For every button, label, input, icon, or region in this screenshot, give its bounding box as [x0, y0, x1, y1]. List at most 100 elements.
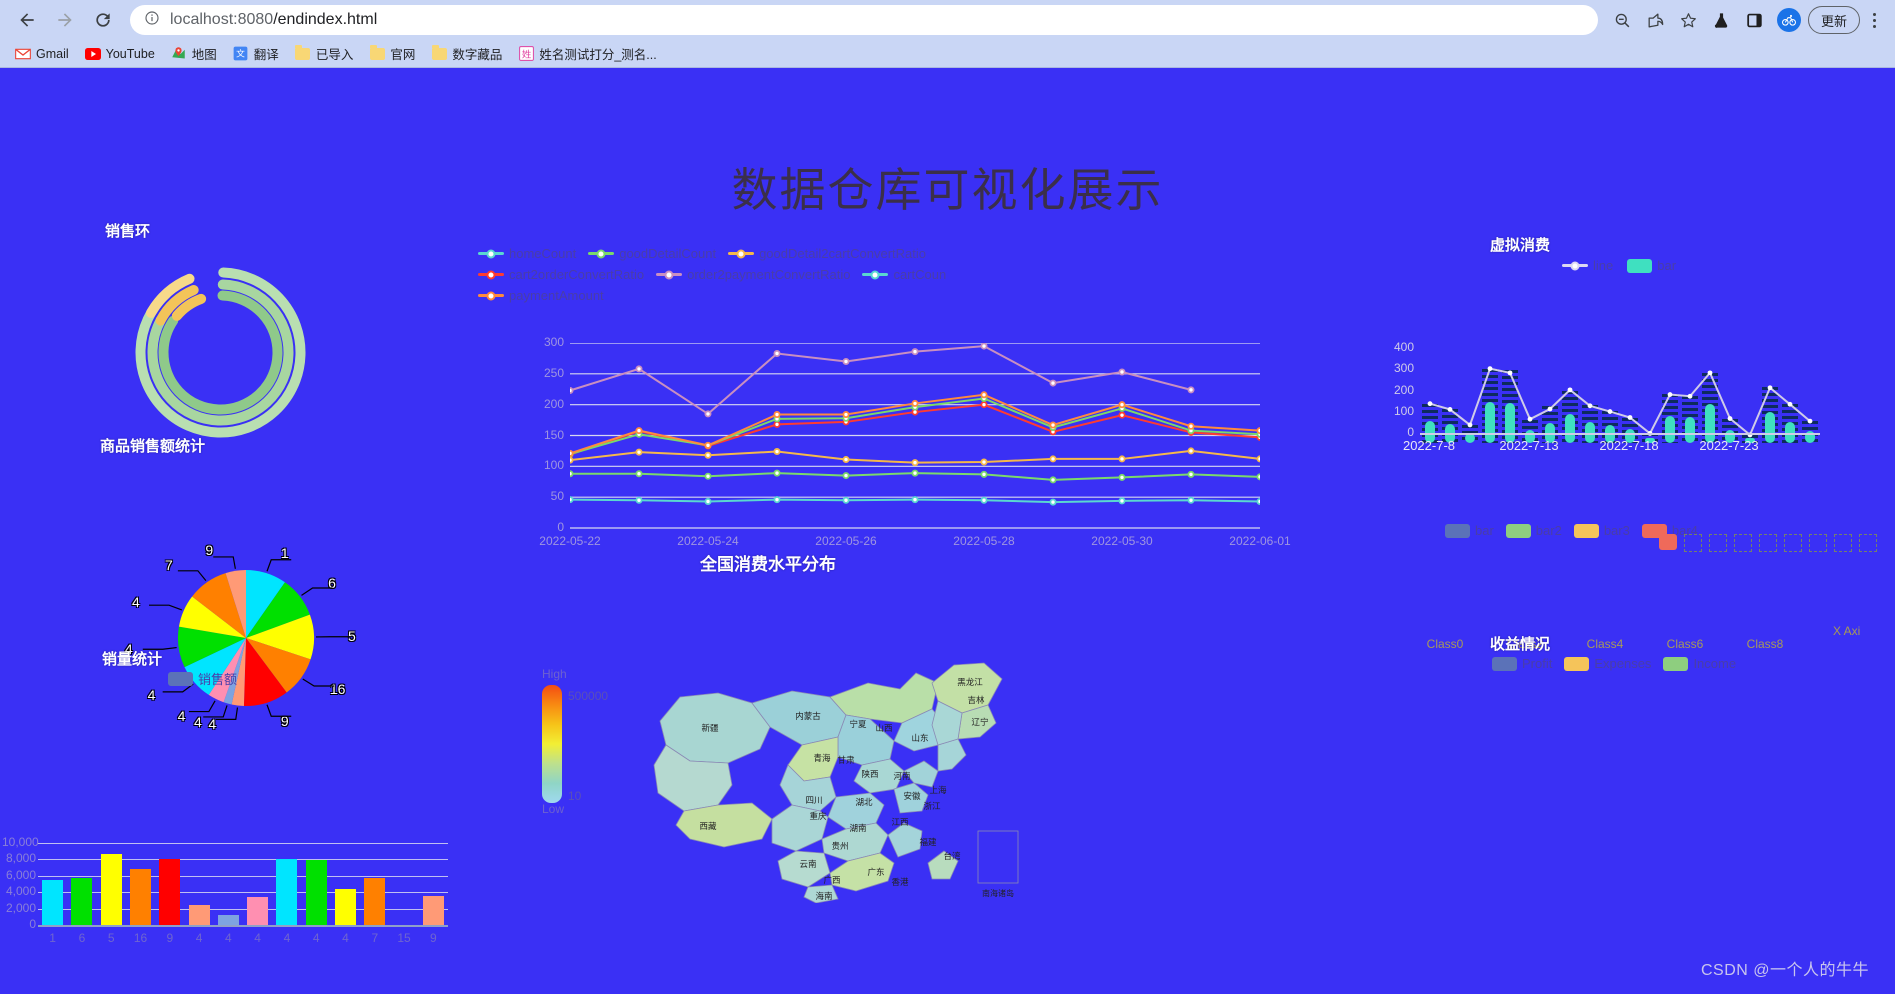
bar[interactable]	[276, 858, 298, 925]
line-point[interactable]	[842, 496, 850, 504]
line-point[interactable]	[1467, 422, 1473, 428]
share-icon[interactable]	[1641, 5, 1671, 35]
forward-arrow-icon[interactable]	[48, 3, 82, 37]
line-point[interactable]	[911, 348, 919, 356]
line-point[interactable]	[911, 496, 919, 504]
bar[interactable]	[188, 904, 210, 925]
line-point[interactable]	[980, 496, 988, 504]
line-point[interactable]	[1707, 370, 1713, 376]
funnel-line-legend[interactable]: homeCount goodDetailCount goodDetail2cartC…	[478, 246, 1058, 303]
line-point[interactable]	[1187, 496, 1195, 504]
legend-item-goodDetail2cartConvertRatio[interactable]: goodDetail2cartConvertRatio	[728, 246, 926, 261]
line-point[interactable]	[1607, 409, 1613, 414]
legend-item-paymentAmount[interactable]: paymentAmount	[478, 288, 604, 303]
line-point[interactable]	[911, 469, 919, 477]
bar[interactable]	[422, 896, 444, 925]
page-info-icon[interactable]	[144, 10, 160, 31]
legend-item-bar[interactable]: bar	[1445, 523, 1494, 538]
line-point[interactable]	[635, 470, 643, 478]
move-select-icon[interactable]	[1809, 534, 1827, 552]
line-point[interactable]	[570, 386, 574, 394]
bar[interactable]	[42, 879, 64, 925]
line-point[interactable]	[980, 343, 988, 350]
line-point[interactable]	[1187, 447, 1195, 455]
update-button[interactable]: 更新	[1807, 6, 1860, 34]
sales-ring-chart[interactable]	[128, 260, 313, 445]
line-point[interactable]	[704, 451, 712, 459]
lasso-select-icon[interactable]	[1759, 534, 1777, 552]
line-point[interactable]	[1487, 366, 1493, 372]
tiled-icon[interactable]	[1684, 534, 1702, 552]
line-point[interactable]	[773, 411, 781, 419]
line-point[interactable]	[704, 497, 712, 505]
line-point[interactable]	[570, 456, 574, 464]
bookmark-imported[interactable]: 已导入	[288, 41, 361, 66]
income-legend[interactable]: Profit Expenses Income	[1492, 656, 1736, 671]
line-series[interactable]	[1429, 367, 1811, 437]
bookmark-youtube[interactable]: YouTube	[78, 43, 162, 65]
income-bar-chart[interactable]: -300-200-1000100200300400500Mon200320-12…	[1435, 833, 1825, 963]
line-point[interactable]	[1567, 387, 1573, 393]
legend-item-Profit[interactable]: Profit	[1492, 656, 1552, 671]
clear-select-icon[interactable]	[1784, 534, 1802, 552]
address-bar[interactable]: localhost:8080/endindex.html	[130, 5, 1598, 35]
data-view-icon[interactable]	[1709, 534, 1727, 552]
legend-item-bar[interactable]: bar	[1627, 258, 1676, 273]
line-point[interactable]	[1627, 415, 1633, 420]
line-point[interactable]	[635, 448, 643, 456]
line-point[interactable]	[1118, 368, 1126, 376]
line-point[interactable]	[773, 349, 781, 357]
line-point[interactable]	[842, 357, 850, 365]
line-point[interactable]	[570, 449, 574, 457]
legend-item-sales-amount[interactable]: 销售额	[168, 669, 237, 688]
bookmark-name-test[interactable]: 姓 姓名测试打分_测名...	[511, 41, 663, 66]
legend-item-bar2[interactable]: bar2	[1505, 523, 1562, 538]
line-point[interactable]	[1118, 473, 1126, 481]
legend-item-goodDetailCount[interactable]: goodDetailCount	[588, 246, 716, 261]
legend-item-homeCount[interactable]: homeCount	[478, 246, 576, 261]
line-point[interactable]	[1118, 497, 1126, 505]
bookmark-official-site[interactable]: 官网	[362, 41, 422, 66]
line-point[interactable]	[773, 496, 781, 504]
line-point[interactable]	[1256, 455, 1260, 463]
line-point[interactable]	[570, 470, 574, 478]
line-point[interactable]	[1049, 421, 1057, 429]
bookmark-maps[interactable]: 地图	[164, 41, 224, 66]
line-point[interactable]	[635, 427, 643, 435]
line-point[interactable]	[980, 391, 988, 399]
legend-item-Income[interactable]: Income	[1663, 656, 1736, 671]
line-point[interactable]	[1547, 406, 1553, 412]
funnel-line-chart[interactable]	[570, 343, 1260, 543]
legend-item-cart2orderConvertRatio[interactable]: cart2orderConvertRatio	[478, 267, 644, 282]
clear-icon[interactable]	[1859, 534, 1877, 552]
reload-icon[interactable]	[86, 3, 120, 37]
line-point[interactable]	[1427, 401, 1433, 407]
line-point[interactable]	[1049, 455, 1057, 463]
line-point[interactable]	[1049, 498, 1057, 506]
bar[interactable]	[217, 915, 239, 925]
line-point[interactable]	[980, 458, 988, 466]
line-point[interactable]	[980, 470, 988, 478]
profile-avatar[interactable]	[1776, 8, 1801, 32]
line-point[interactable]	[1187, 386, 1195, 394]
line-point[interactable]	[1256, 427, 1260, 435]
line-point[interactable]	[842, 411, 850, 419]
line-point[interactable]	[1667, 392, 1673, 397]
legend-item-line[interactable]: line	[1562, 258, 1613, 273]
line-point[interactable]	[1187, 422, 1195, 430]
line-point[interactable]	[773, 469, 781, 477]
line-point[interactable]	[704, 441, 712, 449]
line-point[interactable]	[842, 472, 850, 480]
bookmark-digital-collection[interactable]: 数字藏品	[424, 41, 509, 66]
legend-item-bar3[interactable]: bar3	[1573, 523, 1630, 538]
consumption-map[interactable]: High Low 500000 10 新疆 西藏 内蒙古 黑龙江 吉林 辽宁 宁…	[520, 643, 1080, 943]
bar[interactable]	[130, 869, 151, 925]
line-point[interactable]	[704, 410, 712, 418]
bar[interactable]	[247, 897, 269, 925]
line-series[interactable]	[570, 345, 1192, 416]
bookmark-star-icon[interactable]	[1674, 5, 1704, 35]
line-point[interactable]	[1118, 455, 1126, 463]
line-point[interactable]	[1527, 416, 1533, 422]
line-point[interactable]	[635, 496, 643, 504]
bookmark-translate[interactable]: 文 翻译	[226, 41, 286, 66]
